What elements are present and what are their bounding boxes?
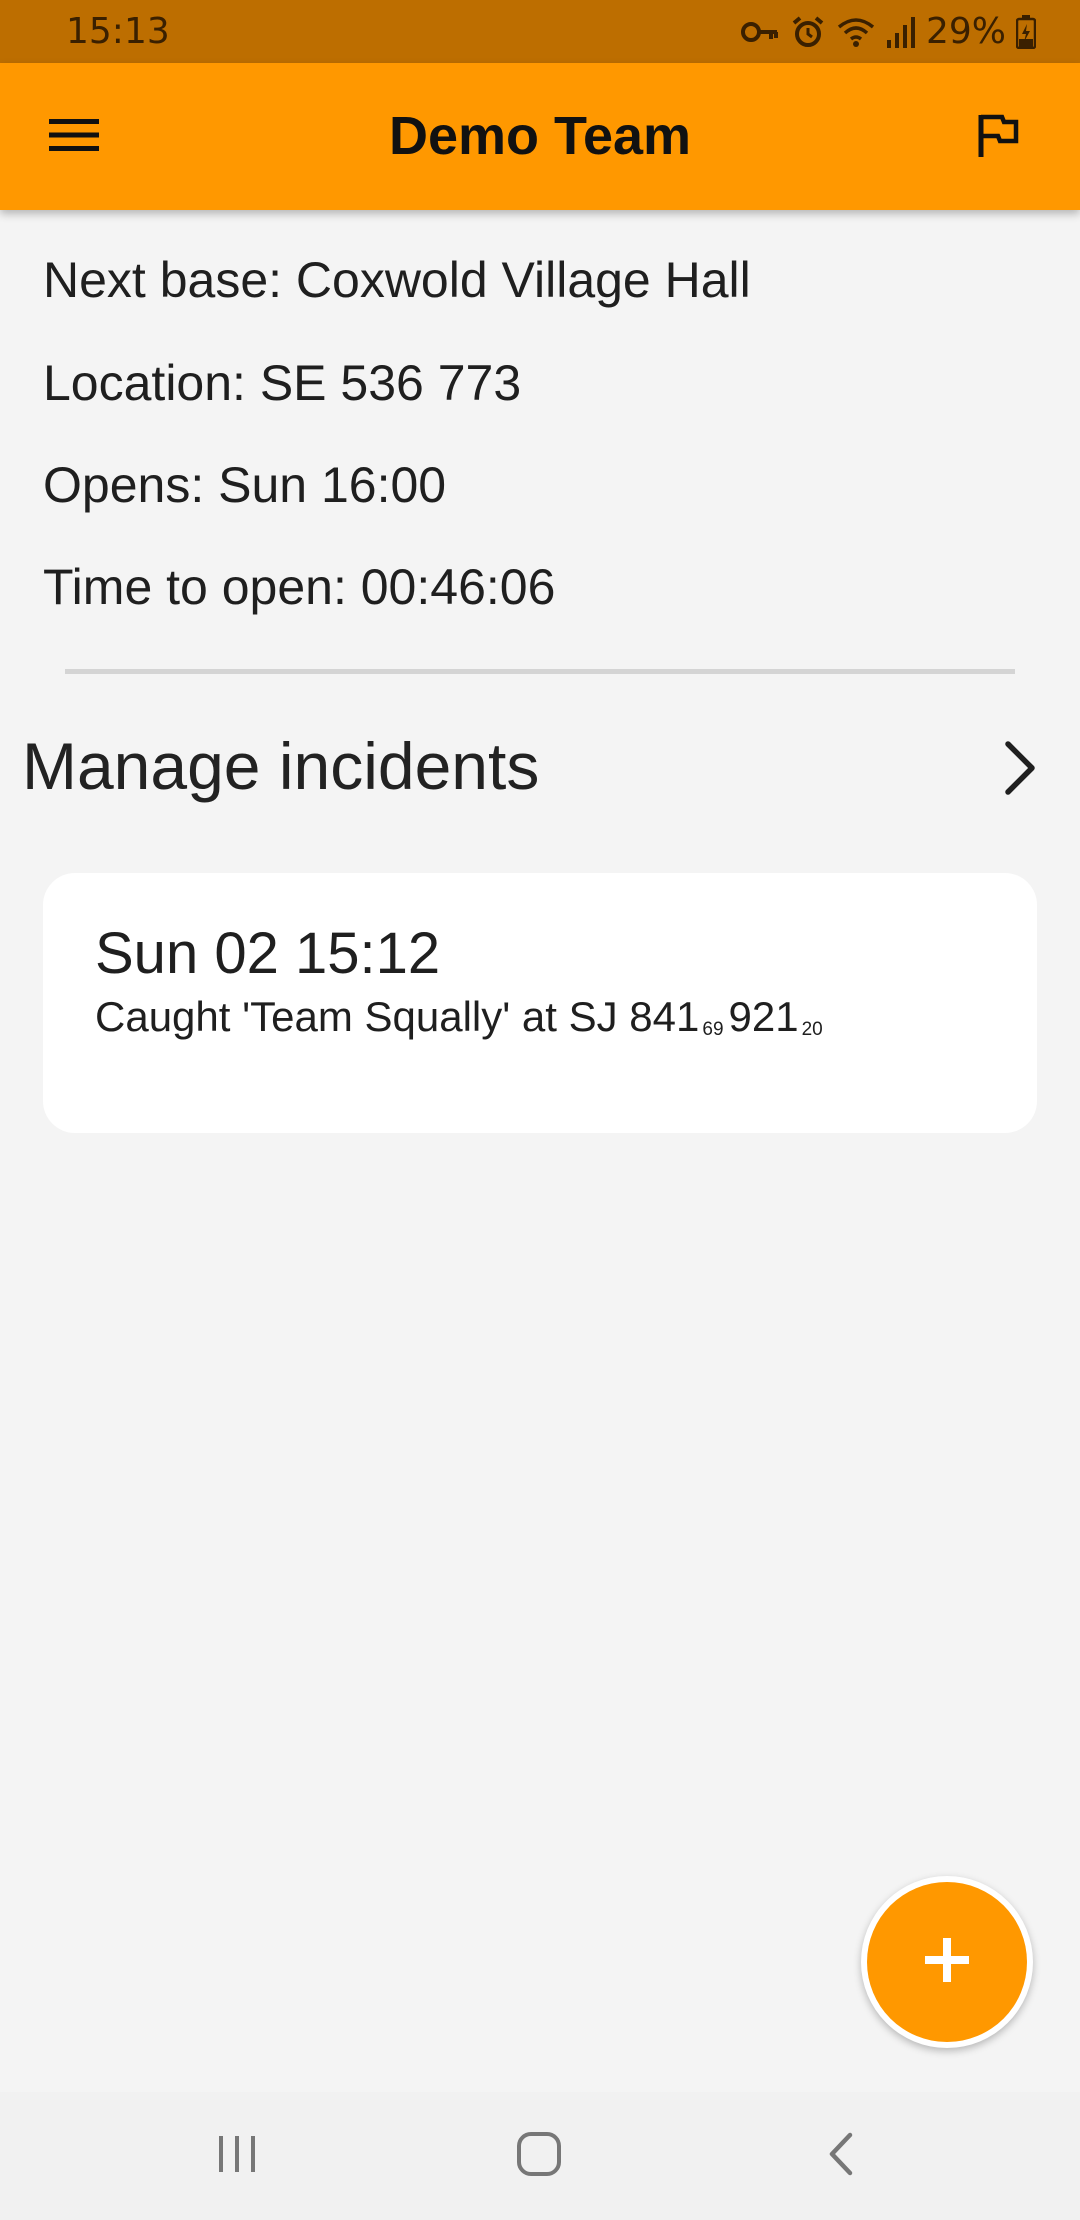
add-incident-button[interactable] (861, 1876, 1033, 2048)
manage-incidents-heading: Manage incidents (22, 729, 540, 803)
manage-incidents-row[interactable]: Manage incidents (0, 710, 1080, 820)
back-icon (826, 2131, 856, 2182)
menu-button[interactable] (34, 105, 114, 169)
recent-apps-icon (215, 2134, 259, 2179)
status-bar: 15:13 29% (0, 0, 1080, 63)
vpn-key-icon (740, 17, 780, 47)
battery-percentage: 29% (925, 11, 1006, 52)
alarm-icon (790, 14, 826, 50)
system-nav-bar (0, 2092, 1080, 2220)
app-title: Demo Team (388, 106, 692, 166)
location-text: Location: SE 536 773 (43, 355, 522, 411)
northing-subscript: 20 (801, 1019, 823, 1040)
battery-charging-icon (1016, 15, 1036, 49)
northing-text: 921 (728, 993, 799, 1040)
menu-icon (49, 117, 99, 158)
easting-subscript: 69 (702, 1019, 724, 1040)
incident-desc-prefix: Caught 'Team Squally' at SJ 841 (95, 993, 700, 1040)
flag-button[interactable] (958, 105, 1038, 169)
home-button[interactable] (494, 2122, 584, 2190)
incident-card[interactable]: Sun 02 15:12 Caught 'Team Squally' at SJ… (43, 873, 1037, 1133)
recent-apps-button[interactable] (192, 2122, 282, 2190)
flag-icon (976, 111, 1020, 164)
time-to-open-text: Time to open: 00:46:06 (43, 559, 556, 615)
chevron-right-icon (1000, 740, 1040, 801)
wifi-icon (836, 15, 876, 49)
plus-icon (923, 1936, 971, 1989)
back-button[interactable] (796, 2122, 886, 2190)
status-icons: 29% (730, 10, 1036, 54)
home-icon (516, 2131, 562, 2182)
incident-description: Caught 'Team Squally' at SJ 841 69 921 20 (95, 991, 828, 1056)
status-time: 15:13 (66, 11, 170, 52)
divider (65, 669, 1015, 674)
fab-circle (867, 1882, 1027, 2042)
opens-text: Opens: Sun 16:00 (43, 457, 447, 513)
next-base-text: Next base: Coxwold Village Hall (43, 252, 751, 308)
incident-time: Sun 02 15:12 (95, 921, 441, 986)
signal-icon (886, 16, 916, 48)
app-bar: Demo Team (0, 63, 1080, 210)
